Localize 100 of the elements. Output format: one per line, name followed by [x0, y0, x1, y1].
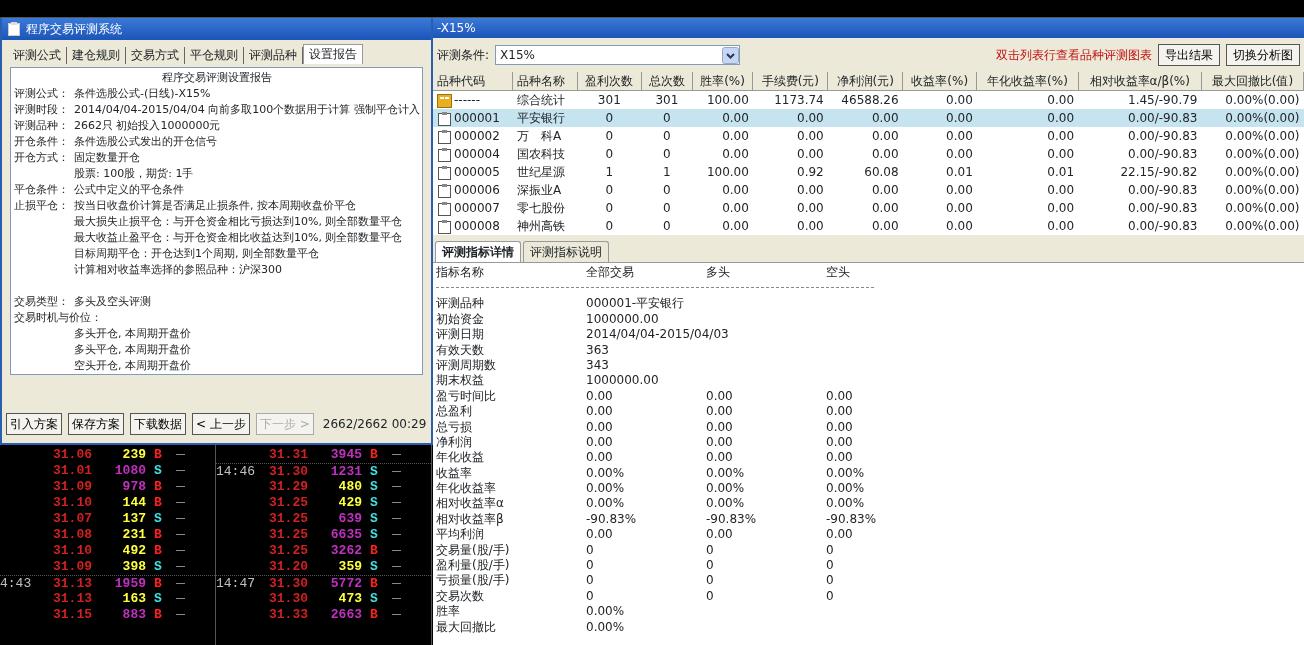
- trade-side: S: [153, 591, 163, 607]
- trade-side: B: [369, 607, 379, 623]
- table-cell: 0: [663, 129, 671, 143]
- trade-volume: 137: [121, 511, 146, 527]
- column-header[interactable]: 总次数: [641, 72, 693, 91]
- tab[interactable]: 评测指标详情: [435, 241, 521, 262]
- column-header: 多头: [706, 265, 731, 281]
- metric-name: 评测品种: [436, 296, 485, 312]
- trade-volume: 163: [121, 591, 146, 607]
- report-label: 开仓条件：: [14, 134, 70, 150]
- metric-value: 0.00: [586, 434, 614, 451]
- table-row[interactable]: 000007 零七股份 0 0 0.00 0.00 0.00 0.00 0.00 0.00/-90.83 0.00%(0.00): [433, 199, 1304, 217]
- trade-volume: 429: [337, 495, 362, 511]
- metric-value: 343: [586, 357, 610, 374]
- table-cell: 深振业A: [516, 183, 562, 197]
- trade-side: S: [369, 527, 379, 543]
- trade-price: 31.13: [52, 591, 92, 607]
- trade-side: B: [153, 543, 163, 559]
- table-cell: 46588.26: [841, 93, 899, 107]
- table-cell: 0.00/-90.83: [1128, 129, 1198, 143]
- column-header[interactable]: 净利润(元): [827, 72, 903, 91]
- tab[interactable]: 评测公式: [8, 47, 67, 64]
- column-header[interactable]: 手续费(元): [752, 72, 828, 91]
- trade-side: S: [369, 511, 379, 527]
- table-row[interactable]: 000004 国农科技 0 0 0.00 0.00 0.00 0.00 0.00 0.00/-90.83 0.00%(0.00): [433, 145, 1304, 163]
- table-cell: 0.00: [1047, 147, 1075, 161]
- table-row[interactable]: 000006 深振业A 0 0 0.00 0.00 0.00 0.00 0.00 0.00/-90.83 0.00%(0.00): [433, 181, 1304, 199]
- metric-value: 0.00: [706, 527, 734, 543]
- tab[interactable]: 交易方式: [126, 47, 185, 64]
- report-label: 平仓条件：: [14, 182, 70, 198]
- column-header[interactable]: 最大回撤比(值): [1201, 72, 1304, 91]
- trade-volume: 1080: [113, 463, 146, 479]
- metric-value: 0: [706, 558, 715, 574]
- metric-value: 0: [586, 588, 595, 605]
- tab[interactable]: 评测指标说明: [523, 241, 609, 262]
- table-row[interactable]: 000001 平安银行 0 0 0.00 0.00 0.00 0.00 0.00 0.00/-90.83 0.00%(0.00): [433, 109, 1304, 127]
- dash-mark: [391, 454, 401, 456]
- trade-volume: 3262: [329, 543, 362, 559]
- column-header[interactable]: 年化收益率(%): [976, 72, 1079, 91]
- table-cell: 0.00: [797, 183, 824, 197]
- button[interactable]: 保存方案: [68, 413, 124, 435]
- metric-value: 0: [586, 558, 595, 574]
- tab[interactable]: 设置报告: [303, 44, 363, 64]
- table-cell: 0.00: [722, 219, 749, 233]
- column-header[interactable]: 品种代码: [433, 72, 513, 91]
- metric-value: 363: [586, 342, 610, 358]
- metric-value: 0.00%: [706, 465, 746, 482]
- table-row[interactable]: 000008 神州高铁 0 0 0.00 0.00 0.00 0.00 0.00 0.00/-90.83 0.00%(0.00): [433, 217, 1304, 235]
- trade-volume: 239: [121, 447, 146, 463]
- button[interactable]: < 上一步: [192, 413, 250, 435]
- table-cell: 0.00: [722, 111, 749, 125]
- column-header[interactable]: 胜率(%): [692, 72, 753, 91]
- metric-value: 0.00: [706, 404, 734, 420]
- metric-name: 盈利量(股/手): [436, 558, 511, 574]
- metric-value: 0: [706, 542, 715, 559]
- trade-side: B: [153, 607, 163, 623]
- dash-mark: [391, 583, 401, 585]
- table-cell: 0.00/-90.83: [1128, 219, 1198, 233]
- column-header[interactable]: 收益率(%): [902, 72, 977, 91]
- column-header[interactable]: 相对收益率α/β(%): [1078, 72, 1202, 91]
- trade-volume: 639: [337, 511, 362, 527]
- metric-name: 年化收益: [436, 450, 485, 466]
- column-header[interactable]: 盈利次数: [577, 72, 642, 91]
- metric-name: 期末权益: [436, 373, 485, 389]
- metric-value: 0.00: [586, 450, 614, 466]
- trade-time: 14:46: [216, 464, 256, 479]
- table-row[interactable]: 000002 万 科A 0 0 0.00 0.00 0.00 0.00 0.00 0.00/-90.83 0.00%(0.00): [433, 127, 1304, 145]
- column-header: 全部交易: [586, 265, 635, 281]
- metric-name: 最大回撤比: [436, 619, 497, 635]
- trade-price: 31.25: [268, 527, 308, 543]
- metric-name: 相对收益率α: [436, 496, 505, 512]
- table-row[interactable]: 000005 世纪星源 1 1 100.00 0.92 60.08 0.01 0.01 22.15/-90.82 0.00%(0.00): [433, 163, 1304, 181]
- table-cell: 平安银行: [516, 111, 565, 125]
- trade-volume: 359: [337, 559, 362, 575]
- metric-value: 0.00: [586, 527, 614, 543]
- metric-value: 0: [586, 542, 595, 559]
- metric-name: 初始资金: [436, 311, 485, 328]
- trade-volume: 480: [337, 479, 362, 495]
- button[interactable]: 引入方案: [6, 413, 62, 435]
- table-cell: 0.00: [946, 147, 973, 161]
- trade-side: S: [369, 591, 379, 607]
- table-cell: 0.00: [1047, 219, 1075, 233]
- trade-time: 4:43: [0, 576, 33, 591]
- condition-dropdown[interactable]: X15%: [495, 45, 741, 65]
- tab[interactable]: 建仓规则: [67, 47, 126, 64]
- dash-mark: [391, 534, 401, 536]
- tab[interactable]: 平仓规则: [185, 47, 244, 64]
- trade-volume: 883: [121, 607, 146, 623]
- metric-name: 年化收益率: [436, 481, 497, 497]
- table-row[interactable]: ------ 综合统计 301 301 100.00 1173.74 46588.26 0.00 0.00 1.45/-90.79 0.00%(0.00): [433, 90, 1304, 109]
- report-value: 多头平仓, 本周期开盘价: [74, 342, 191, 358]
- trade-volume: 1231: [329, 464, 362, 479]
- button[interactable]: 导出结果: [1158, 44, 1220, 66]
- column-header[interactable]: 品种名称: [512, 72, 578, 91]
- button[interactable]: 切换分析图: [1226, 44, 1300, 66]
- button[interactable]: 下载数据: [130, 413, 186, 435]
- report-label: 开仓方式：: [14, 150, 70, 166]
- table-cell: 0: [605, 201, 614, 215]
- report-title: 程序交易评测设置报告: [160, 70, 273, 86]
- metric-value: 0.00: [826, 450, 854, 466]
